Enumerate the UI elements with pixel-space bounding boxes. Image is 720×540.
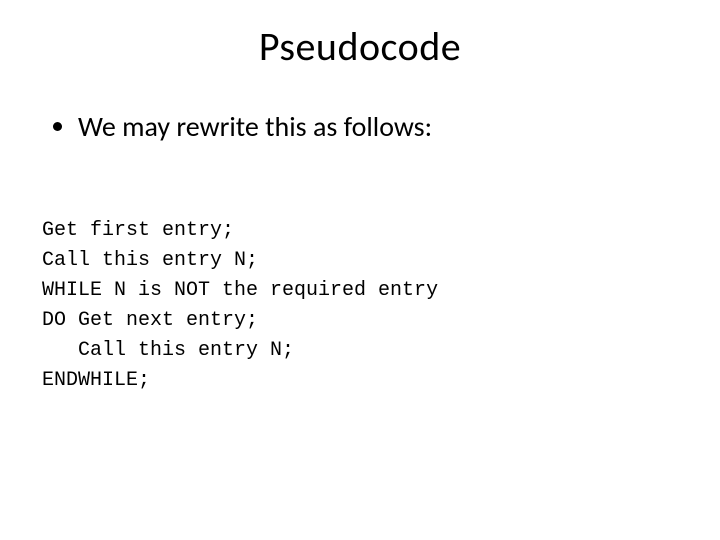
code-line: DO Get next entry; <box>42 309 258 332</box>
bullet-list: We may rewrite this as follows: <box>60 109 678 144</box>
slide-body: We may rewrite this as follows: Get firs… <box>0 71 720 396</box>
code-line: Call this entry N; <box>42 249 258 272</box>
code-line: Get first entry; <box>42 219 234 242</box>
code-line: ENDWHILE; <box>42 369 150 392</box>
pseudocode-block: Get first entry; Call this entry N; WHIL… <box>42 186 678 396</box>
slide-title: Pseudocode <box>0 0 720 71</box>
code-line: Call this entry N; <box>42 339 294 362</box>
code-line: WHILE N is NOT the required entry <box>42 279 438 302</box>
bullet-item: We may rewrite this as follows: <box>78 109 678 144</box>
slide: Pseudocode We may rewrite this as follow… <box>0 0 720 540</box>
